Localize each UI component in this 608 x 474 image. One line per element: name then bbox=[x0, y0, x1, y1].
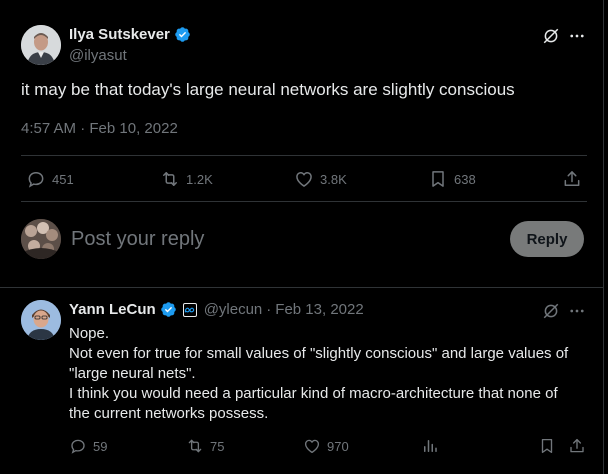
like-action[interactable]: 970 bbox=[303, 437, 349, 455]
like-action[interactable]: 3.8K bbox=[294, 169, 347, 189]
grok-icon[interactable] bbox=[541, 301, 561, 321]
repost-icon bbox=[186, 437, 204, 455]
reply-input[interactable]: Post your reply bbox=[71, 228, 204, 251]
repost-count: 75 bbox=[210, 438, 225, 454]
bookmark-icon bbox=[428, 169, 448, 189]
author-handle[interactable]: @ilyasut bbox=[69, 47, 127, 64]
verified-badge-icon[interactable] bbox=[160, 301, 177, 318]
reply-text-line: Not even for true for small values of "s… bbox=[69, 345, 569, 362]
reply-icon bbox=[26, 169, 46, 189]
repost-action[interactable]: 1.2K bbox=[160, 169, 213, 189]
bookmark-count: 638 bbox=[454, 171, 476, 187]
like-count: 3.8K bbox=[320, 171, 347, 187]
reply-text-line: I think you would need a particular kind… bbox=[69, 385, 558, 402]
date-separator: · bbox=[266, 301, 272, 318]
share-icon[interactable] bbox=[568, 437, 586, 455]
reply-text-line: "large neural nets". bbox=[69, 365, 196, 382]
bookmark-icon[interactable] bbox=[538, 437, 556, 455]
more-options-icon[interactable] bbox=[567, 26, 587, 46]
like-count: 970 bbox=[327, 438, 349, 454]
reply-action[interactable]: 451 bbox=[26, 169, 74, 189]
divider bbox=[21, 201, 587, 202]
like-icon bbox=[294, 169, 314, 189]
reply-count: 59 bbox=[93, 438, 108, 454]
author-name-row: Ilya Sutskever bbox=[69, 26, 191, 43]
reply-author-name[interactable]: Yann LeCun bbox=[69, 301, 156, 318]
grok-icon[interactable] bbox=[541, 26, 561, 46]
reply-text-line: the current networks possess. bbox=[69, 405, 269, 422]
like-icon bbox=[303, 437, 321, 455]
author-name[interactable]: Ilya Sutskever bbox=[69, 26, 170, 43]
reply-action[interactable]: 59 bbox=[69, 437, 107, 455]
reply-button[interactable]: Reply bbox=[510, 221, 584, 257]
reply-icon bbox=[69, 437, 87, 455]
analytics-icon[interactable] bbox=[421, 437, 439, 455]
tweet-time: 4:57 AM bbox=[21, 120, 77, 137]
user-avatar[interactable] bbox=[21, 219, 61, 259]
repost-count: 1.2K bbox=[186, 171, 213, 187]
divider bbox=[0, 287, 604, 288]
reply-author-handle[interactable]: @ylecun bbox=[204, 301, 263, 318]
reply-date[interactable]: Feb 13, 2022 bbox=[275, 301, 363, 318]
reply-text: Nope. Not even for true for small values… bbox=[69, 324, 599, 424]
repost-icon bbox=[160, 169, 180, 189]
meta-affiliate-icon[interactable] bbox=[182, 302, 197, 317]
more-options-icon[interactable] bbox=[567, 301, 587, 321]
reply-count: 451 bbox=[52, 171, 74, 187]
tweet-thread: Ilya Sutskever @ilyasut it may be that t… bbox=[0, 0, 604, 474]
divider bbox=[21, 155, 587, 156]
repost-action[interactable]: 75 bbox=[186, 437, 224, 455]
date-separator: · bbox=[80, 120, 86, 137]
share-icon[interactable] bbox=[561, 169, 583, 189]
reply-text-line: Nope. bbox=[69, 325, 110, 342]
author-avatar[interactable] bbox=[21, 25, 61, 65]
bookmark-action[interactable]: 638 bbox=[428, 169, 476, 189]
reply-author-row: Yann LeCun @ylecun · Feb 13, 2022 bbox=[69, 301, 364, 318]
verified-badge-icon[interactable] bbox=[174, 26, 191, 43]
reply-author-avatar[interactable] bbox=[21, 300, 61, 340]
tweet-timestamp[interactable]: 4:57 AM · Feb 10, 2022 bbox=[21, 120, 178, 137]
tweet-text: it may be that today's large neural netw… bbox=[21, 80, 515, 99]
tweet-date: Feb 10, 2022 bbox=[89, 120, 178, 137]
